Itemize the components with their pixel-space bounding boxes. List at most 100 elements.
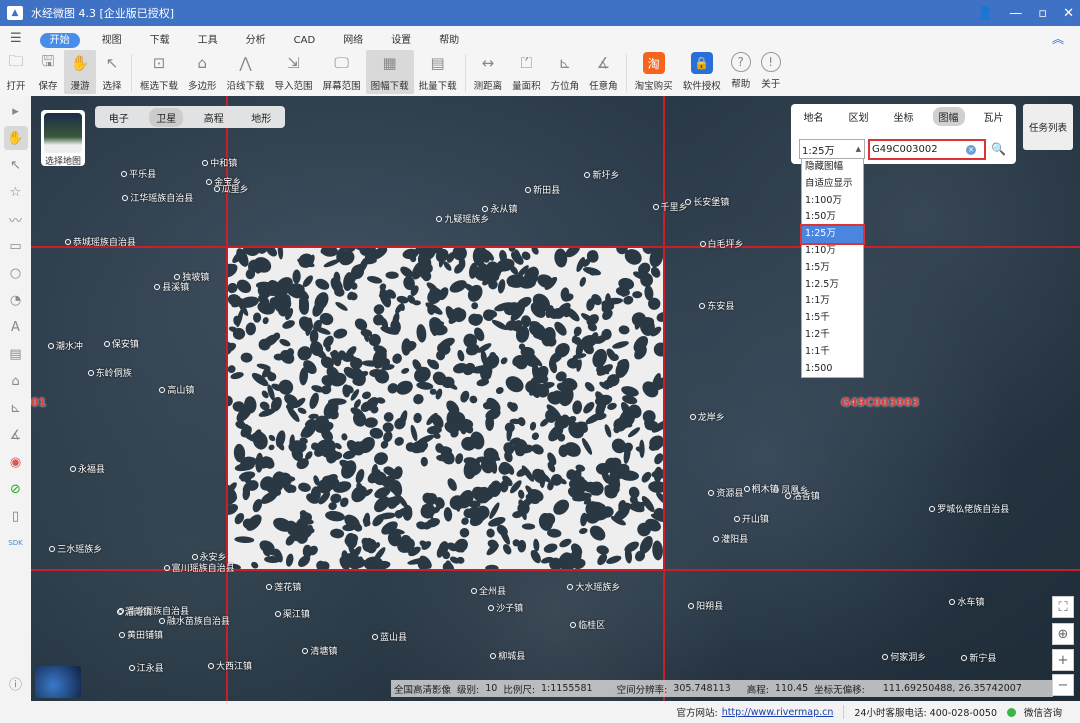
toolbar-cursor-button[interactable]: ↖ 选择	[96, 50, 128, 94]
map-canvas[interactable]: 县溪镇 通道侗族自治县 长安堡镇 白毛坪乡 瓜里乡 新宁县 高山镇 东安县 大西江镇 永安乡 黄田铺…	[31, 96, 1080, 701]
toolbar-polygon-download-button[interactable]: ⌂ 多边形	[183, 50, 222, 94]
globe-overview-icon[interactable]	[35, 666, 81, 698]
river-gap	[573, 326, 582, 337]
scale-option[interactable]: 1:100万	[802, 193, 863, 210]
sheet-download-icon: ▦	[382, 54, 397, 72]
river-gap	[383, 412, 394, 422]
sheet-number-input[interactable]: G49C003002 ✕	[868, 139, 986, 160]
clear-icon[interactable]: ✕	[966, 144, 976, 155]
scale-option[interactable]: 1:5万	[802, 260, 863, 277]
scale-option[interactable]: 1:50万	[802, 209, 863, 226]
minimize-button[interactable]: —	[1009, 6, 1022, 21]
river-gap	[572, 400, 583, 415]
map-type-tab-1[interactable]: 卫星	[149, 107, 184, 127]
river-gap	[240, 352, 253, 363]
menu-4[interactable]: 分析	[232, 35, 280, 46]
text-icon[interactable]: A	[4, 315, 28, 339]
toolbar-help-button[interactable]: ? 帮助	[726, 50, 756, 94]
toolbar-sheet-download-button[interactable]: ▦ 图幅下载	[365, 50, 414, 94]
scale-option[interactable]: 1:25万	[800, 224, 865, 245]
cursor-icon[interactable]: ↖	[4, 153, 28, 177]
scale-option[interactable]: 1:10万	[802, 243, 863, 260]
help-icon: ?	[730, 52, 751, 72]
polyline-icon[interactable]: 〰	[4, 207, 28, 231]
scale-option[interactable]: 1:1千	[802, 344, 863, 361]
menu-5[interactable]: CAD	[280, 35, 330, 46]
hand-icon[interactable]: ✋	[3, 126, 28, 150]
help-icon[interactable]: ⓘ	[4, 671, 28, 695]
river-gap	[656, 312, 663, 322]
toolbar-hand-button[interactable]: ✋ 漫游	[64, 50, 96, 94]
website-link[interactable]: http://www.rivermap.cn	[722, 707, 834, 718]
phone-icon[interactable]: ▯	[4, 504, 28, 528]
zoom-in-button[interactable]: +	[1052, 649, 1074, 671]
toolbar-azimuth-button[interactable]: ⊾ 方位角	[546, 50, 585, 94]
map-type-tab-0[interactable]: 电子	[102, 108, 136, 127]
wechat-consult-link[interactable]: 微信咨询	[1024, 705, 1062, 719]
user-icon[interactable]: 👤	[977, 6, 993, 21]
scale-select[interactable]: 1:25万 ▲	[799, 139, 865, 159]
search-icon[interactable]: 🔍	[991, 142, 1006, 156]
expand-icon[interactable]: ▸	[4, 99, 28, 123]
angle-icon[interactable]: ∡	[4, 423, 28, 447]
river-gap	[333, 328, 348, 339]
maximize-button[interactable]: ▫	[1038, 6, 1047, 21]
layers-icon[interactable]: ◉	[4, 450, 28, 474]
menu-1[interactable]: 视图	[88, 35, 136, 46]
zoom-out-button[interactable]: −	[1052, 674, 1074, 696]
menu-0[interactable]: 开始	[39, 32, 80, 48]
toolbar-taobao-button[interactable]: 淘淘宝购买	[630, 50, 678, 94]
locate-icon[interactable]: ⊕	[1052, 623, 1074, 645]
hamburger-menu-icon[interactable]: ☰	[0, 31, 32, 46]
search-tab-0[interactable]: 地名	[798, 107, 830, 126]
polygon-icon[interactable]: ☆	[4, 180, 28, 204]
toolbar-license-button[interactable]: 🔒 软件授权	[678, 50, 726, 94]
scale-option[interactable]: 1:1万	[802, 293, 863, 310]
scale-option[interactable]: 自适应显示	[802, 176, 863, 193]
toolbar-folder-button[interactable]: 🗀 打开	[0, 50, 32, 94]
close-button[interactable]: ✕	[1063, 6, 1074, 21]
task-list-button[interactable]: 任务列表	[1023, 104, 1073, 150]
map-type-tab-2[interactable]: 高程	[197, 108, 231, 127]
toolbar-info-button[interactable]: ! 关于	[756, 50, 786, 94]
toolbar-box-download-button[interactable]: ⊡ 框选下载	[135, 50, 183, 94]
toolbar-screen-button[interactable]: 🖵 屏幕范围	[318, 50, 366, 94]
scale-option[interactable]: 1:2千	[802, 327, 863, 344]
azimuth-icon[interactable]: ⊾	[4, 396, 28, 420]
fullscreen-icon[interactable]: ⛶	[1052, 596, 1074, 618]
place-label: 临桂区	[570, 618, 605, 631]
rectangle-icon[interactable]: ▭	[4, 234, 28, 258]
scale-option[interactable]: 1:2.5万	[802, 277, 863, 294]
place-label: 渠江镇	[275, 607, 310, 620]
scale-option[interactable]: 1:500	[802, 361, 863, 378]
sdk-icon[interactable]: SDK	[4, 531, 28, 555]
search-tab-1[interactable]: 区划	[843, 107, 875, 126]
map-type-tab-3[interactable]: 地形	[244, 108, 278, 127]
toolbar-import-button[interactable]: ⇲ 导入范围	[270, 50, 318, 94]
menu-3[interactable]: 工具	[184, 35, 232, 46]
basemap-selector[interactable]: 选择地图	[41, 110, 85, 167]
search-tab-3[interactable]: 图幅	[932, 106, 965, 126]
menu-6[interactable]: 网络	[329, 35, 377, 46]
ruler-icon[interactable]: ▤	[4, 342, 28, 366]
search-tab-4[interactable]: 瓦片	[978, 107, 1010, 126]
menu-7[interactable]: 设置	[377, 35, 425, 46]
river-gap	[262, 317, 269, 325]
menu-8[interactable]: 帮助	[425, 35, 473, 46]
toolbar-angle-button[interactable]: ∡ 任意角	[584, 50, 623, 94]
menu-2[interactable]: 下载	[136, 35, 184, 46]
collapse-ribbon-icon[interactable]: ︽	[1052, 30, 1064, 47]
toolbar-ruler-button[interactable]: ↔ 测距离	[469, 50, 508, 94]
circle-icon[interactable]: ○	[4, 261, 28, 285]
sector-icon[interactable]: ◔	[4, 288, 28, 312]
toolbar-batch-download-button[interactable]: ▤ 批量下载	[414, 50, 462, 94]
search-tab-2[interactable]: 坐标	[888, 107, 920, 126]
screen-icon: 🖵	[334, 54, 349, 72]
scale-option[interactable]: 隐藏图幅	[802, 159, 863, 176]
scale-option[interactable]: 1:5千	[802, 310, 863, 327]
toolbar-save-button[interactable]: 🖫 保存	[32, 50, 64, 94]
toolbar-area-button[interactable]: ⏍ 量面积	[507, 50, 546, 94]
area-icon[interactable]: ⌂	[4, 369, 28, 393]
toolbar-line-download-button[interactable]: ⋀ 沿线下载	[222, 50, 270, 94]
link-icon[interactable]: ⊘	[4, 477, 28, 501]
